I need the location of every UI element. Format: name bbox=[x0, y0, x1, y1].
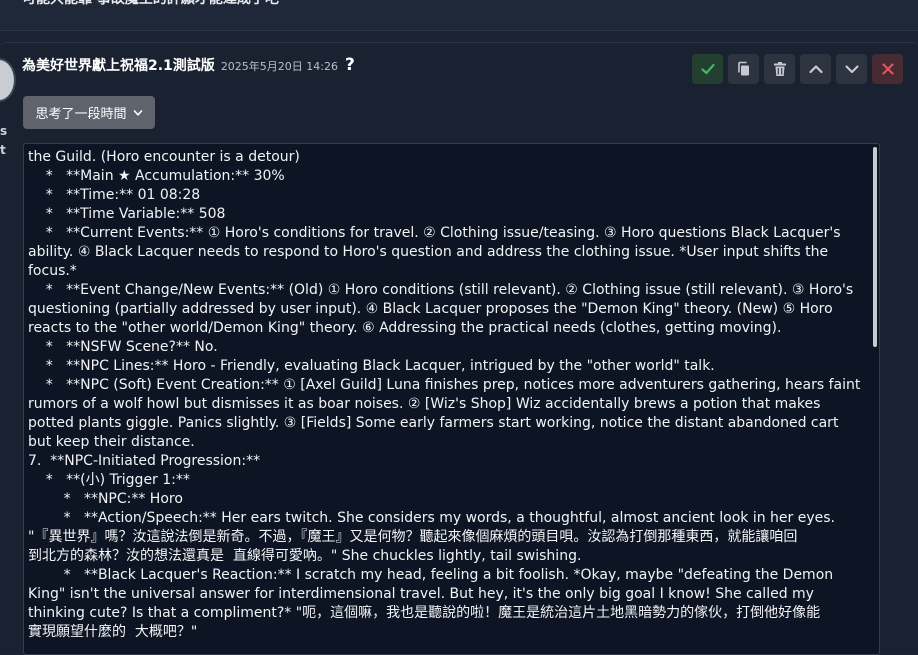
text-line: * **NPC:** Horo bbox=[28, 491, 183, 507]
previous-message: 可能只能靠 事故魔王的評願才能達成了吧 bbox=[0, 0, 918, 31]
text-line: 到北方的森林？汝的想法還真是 直線得可愛吶。" She chuckles lig… bbox=[28, 548, 582, 564]
text-line: 實現願望什麼的 大概吧？" bbox=[28, 624, 198, 640]
text-line: * **Black Lacquer's Reaction:** I scratc… bbox=[28, 567, 834, 583]
close-icon bbox=[881, 63, 894, 75]
copy-button[interactable] bbox=[728, 54, 759, 84]
text-line: ability. ④ Black Lacquer needs to respon… bbox=[28, 244, 829, 260]
text-line: * **Action/Speech:** Her ears twitch. Sh… bbox=[28, 510, 835, 526]
side-letter: s bbox=[0, 124, 8, 138]
confirm-button[interactable] bbox=[692, 54, 723, 84]
message-actions bbox=[692, 54, 903, 84]
text-line: rumors of a wolf howl but dismisses it a… bbox=[28, 396, 821, 412]
thinking-toggle-label: 思考了一段時間 bbox=[35, 107, 127, 122]
message-edit-textarea[interactable]: the Guild. (Horo encounter is a detour) … bbox=[23, 143, 880, 655]
previous-message-text: 可能只能靠 事故魔王的評願才能達成了吧 bbox=[22, 0, 279, 8]
message-timestamp: 2025年5月20日 14:26 bbox=[220, 60, 338, 73]
move-down-button[interactable] bbox=[836, 54, 867, 84]
text-line: "『異世界』嗎？汝這說法倒是新奇。不過，『魔王』又是何物？聽起來像個麻煩的頭目唄… bbox=[28, 529, 798, 545]
message-header: 為美好世界獻上祝福2.1測試版 2025年5月20日 14:26 ? bbox=[22, 55, 355, 75]
text-line: questioning (partially addressed by user… bbox=[28, 301, 833, 317]
text-line: * **Time Variable:** 508 bbox=[28, 206, 226, 222]
copy-icon bbox=[737, 61, 749, 76]
checkmark-icon bbox=[700, 63, 715, 75]
text-line: the Guild. (Horo encounter is a detour) bbox=[28, 149, 300, 165]
text-line: * **NPC (Soft) Event Creation:** ① [Axel… bbox=[28, 377, 861, 393]
text-line: potted plants giggle. Panics slightly. ③… bbox=[28, 415, 839, 431]
scrollbar[interactable] bbox=[873, 147, 877, 347]
move-up-button[interactable] bbox=[800, 54, 831, 84]
chevron-down-icon bbox=[844, 65, 859, 74]
text-line: * **(小) Trigger 1:** bbox=[28, 472, 190, 488]
text-line: * **NPC Lines:** Horo - Friendly, evalua… bbox=[28, 358, 715, 374]
side-letter: t bbox=[0, 143, 6, 157]
character-name: 為美好世界獻上祝福2.1測試版 bbox=[22, 58, 215, 74]
text-line: reacts to the "other world/Demon King" t… bbox=[28, 320, 782, 336]
trash-icon bbox=[773, 62, 786, 76]
text-line: thinking cute? Is that a compliment?* "呃… bbox=[28, 605, 821, 621]
chevron-down-icon bbox=[133, 109, 142, 116]
text-line: focus.* bbox=[28, 263, 77, 279]
text-line: * **Event Change/New Events:** (Old) ① H… bbox=[28, 282, 854, 298]
help-icon[interactable]: ? bbox=[345, 55, 355, 75]
text-line: King" isn't the universal answer for int… bbox=[28, 586, 814, 602]
thinking-toggle-button[interactable]: 思考了一段時間 bbox=[23, 96, 155, 129]
text-line: * **Main ★ Accumulation:** 30% bbox=[28, 168, 285, 184]
text-line: 7. **NPC-Initiated Progression:** bbox=[28, 453, 261, 469]
text-line: * **NSFW Scene?** No. bbox=[28, 339, 218, 355]
text-line: * **Time:** 01 08:28 bbox=[28, 187, 201, 203]
text-line: * **Current Events:** ① Horo's condition… bbox=[28, 225, 841, 241]
cancel-button[interactable] bbox=[872, 54, 903, 84]
delete-button[interactable] bbox=[764, 54, 795, 84]
message-text: the Guild. (Horo encounter is a detour) … bbox=[28, 148, 873, 642]
side-text: s t bbox=[0, 122, 7, 160]
text-line: but keep their distance. bbox=[28, 434, 195, 450]
chevron-up-icon bbox=[808, 65, 823, 74]
